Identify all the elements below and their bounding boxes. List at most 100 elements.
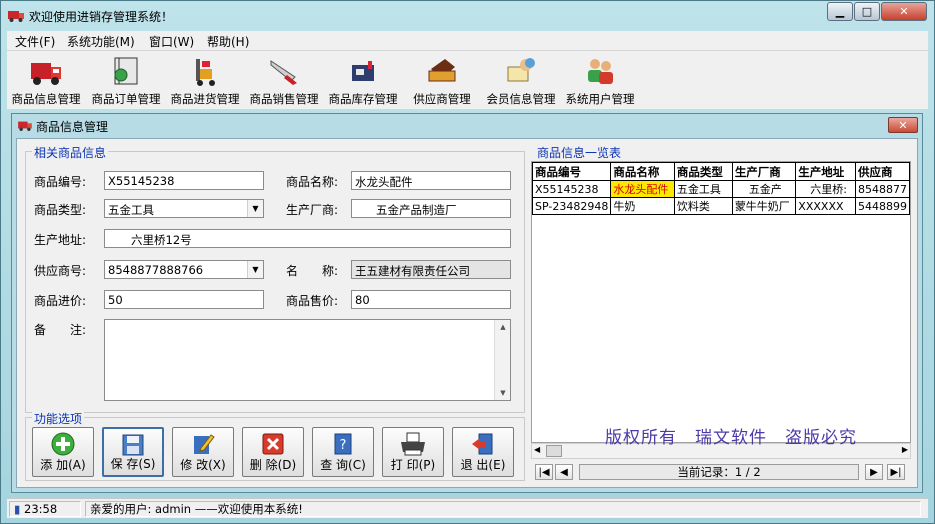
- table-cell[interactable]: 5448899: [854, 197, 910, 215]
- toolbar-label: 系统用户管理: [565, 92, 635, 106]
- maximize-button[interactable]: □: [854, 2, 880, 21]
- code-field[interactable]: X55145238: [104, 171, 264, 190]
- column-header[interactable]: 供应商: [854, 162, 910, 181]
- note-textarea[interactable]: ▲ ▼: [104, 319, 511, 401]
- first-record-button[interactable]: |◀: [535, 464, 553, 480]
- scroll-down-icon[interactable]: ▼: [495, 386, 511, 400]
- maker-label: 生产厂商:: [286, 203, 339, 217]
- battery-icon: ▮: [14, 502, 21, 516]
- toolbar-purchase[interactable]: 商品进货管理: [166, 53, 244, 107]
- status-bar: ▮ 23:58 亲爱的用户: admin ——欢迎使用本系统!: [7, 498, 928, 518]
- table-cell[interactable]: 蒙牛牛奶厂: [731, 197, 797, 215]
- menu-system[interactable]: 系统功能(M): [67, 33, 135, 50]
- save-icon: [122, 434, 144, 456]
- table-cell[interactable]: SP-23482948: [532, 197, 612, 215]
- query-button-label: 查 询(C): [320, 458, 366, 472]
- toolbar-sales[interactable]: 商品销售管理: [245, 53, 323, 107]
- in-price-field[interactable]: 50: [104, 290, 264, 309]
- table-cell-selected[interactable]: 水龙头配件: [610, 180, 675, 198]
- supplier-select[interactable]: 8548877888766 ▼: [104, 260, 264, 279]
- svg-text:?: ?: [340, 438, 347, 453]
- close-icon: ✕: [899, 5, 909, 18]
- column-header[interactable]: 商品编号: [532, 162, 612, 181]
- toolbar-label: 商品销售管理: [249, 92, 319, 106]
- book-icon: [114, 57, 138, 85]
- users-icon: [588, 59, 613, 84]
- table-cell[interactable]: 8548877: [854, 180, 910, 198]
- scroll-left-icon[interactable]: ◀: [534, 445, 540, 454]
- table-cell[interactable]: 五金工具: [673, 180, 733, 198]
- scroll-right-icon[interactable]: ▶: [902, 445, 908, 454]
- status-time: 23:58: [24, 502, 58, 516]
- column-header[interactable]: 生产厂商: [731, 162, 797, 181]
- menu-window[interactable]: 窗口(W): [149, 33, 194, 50]
- toolbar-product-info[interactable]: 商品信息管理: [7, 53, 85, 107]
- address-label: 生产地址:: [34, 233, 87, 247]
- print-icon: [401, 432, 425, 456]
- out-price-field[interactable]: 80: [351, 290, 511, 309]
- toolbar-inventory[interactable]: 商品库存管理: [324, 53, 402, 107]
- child-close-button[interactable]: ✕: [888, 117, 918, 133]
- name-field[interactable]: 水龙头配件: [351, 171, 511, 190]
- prev-icon: ◀: [560, 466, 568, 478]
- function-legend: 功能选项: [32, 410, 85, 427]
- toolbar-label: 商品信息管理: [11, 92, 81, 106]
- table-cell[interactable]: 饮料类: [673, 197, 733, 215]
- content-panel: 相关商品信息 商品编号: X55145238 商品名称: 水龙头配件 商品类型:…: [16, 138, 918, 488]
- address-field[interactable]: 六里桥12号: [104, 229, 511, 248]
- toolbar-order[interactable]: 商品订单管理: [87, 53, 165, 107]
- delete-button-label: 删 除(D): [249, 458, 297, 472]
- product-grid[interactable]: 商品编号 商品名称 商品类型 生产厂商 生产地址 供应商 X55145238 水…: [531, 161, 911, 443]
- toolbar-label: 商品库存管理: [328, 92, 398, 106]
- toolbar-member[interactable]: 会员信息管理: [482, 53, 560, 107]
- delete-button[interactable]: 删 除(D): [242, 427, 304, 477]
- first-icon: |◀: [538, 466, 550, 478]
- exit-button[interactable]: 退 出(E): [452, 427, 514, 477]
- supplier-label: 供应商号:: [34, 264, 87, 278]
- table-cell[interactable]: 牛奶: [610, 197, 675, 215]
- maximize-icon: □: [861, 5, 873, 18]
- column-header[interactable]: 生产地址: [795, 162, 856, 181]
- exit-button-label: 退 出(E): [460, 458, 506, 472]
- status-time-pane: ▮ 23:58: [9, 501, 81, 517]
- note-label: 备 注:: [34, 323, 87, 337]
- type-label: 商品类型:: [34, 203, 87, 217]
- table-row[interactable]: X55145238 水龙头配件 五金工具 五金产 六里桥: 8548877: [532, 180, 910, 198]
- table-row[interactable]: SP-23482948 牛奶 饮料类 蒙牛牛奶厂 XXXXXX 5448899: [532, 197, 910, 215]
- app-truck-icon: [8, 11, 24, 22]
- menu-file[interactable]: 文件(F): [15, 33, 55, 50]
- child-window-title: 商品信息管理: [36, 120, 109, 134]
- menu-help[interactable]: 帮助(H): [207, 33, 249, 50]
- query-button[interactable]: ? 查 询(C): [312, 427, 374, 477]
- table-cell[interactable]: X55145238: [532, 180, 612, 198]
- chevron-down-icon[interactable]: ▼: [247, 261, 263, 278]
- close-button[interactable]: ✕: [881, 2, 927, 21]
- scroll-up-icon[interactable]: ▲: [495, 320, 511, 334]
- next-record-button[interactable]: ▶: [865, 464, 883, 480]
- maker-field[interactable]: 五金产品制造厂: [351, 199, 511, 218]
- chevron-down-icon[interactable]: ▼: [247, 200, 263, 217]
- knife-icon: [270, 60, 297, 85]
- prev-record-button[interactable]: ◀: [555, 464, 573, 480]
- last-icon: ▶|: [890, 466, 902, 478]
- save-button[interactable]: 保 存(S): [102, 427, 164, 477]
- table-header-row: 商品编号 商品名称 商品类型 生产厂商 生产地址 供应商: [532, 162, 910, 181]
- add-button[interactable]: 添 加(A): [32, 427, 94, 477]
- toolbar-users[interactable]: 系统用户管理: [561, 53, 639, 107]
- menu-bar: 文件(F) 系统功能(M) 窗口(W) 帮助(H): [7, 31, 928, 51]
- save-button-label: 保 存(S): [110, 457, 156, 471]
- note-scrollbar[interactable]: ▲ ▼: [494, 320, 510, 400]
- column-header[interactable]: 商品名称: [610, 162, 675, 181]
- scroll-thumb[interactable]: [546, 445, 562, 457]
- table-cell[interactable]: 五金产: [731, 180, 797, 198]
- edit-button[interactable]: 修 改(X): [172, 427, 234, 477]
- table-cell[interactable]: 六里桥:: [795, 180, 856, 198]
- column-header[interactable]: 商品类型: [673, 162, 733, 181]
- minimize-button[interactable]: ▁: [827, 2, 853, 21]
- toolbar-supplier[interactable]: 供应商管理: [403, 53, 481, 107]
- table-cell[interactable]: XXXXXX: [795, 197, 856, 215]
- print-button[interactable]: 打 印(P): [382, 427, 444, 477]
- product-table: 商品编号 商品名称 商品类型 生产厂商 生产地址 供应商 X55145238 水…: [532, 162, 910, 215]
- last-record-button[interactable]: ▶|: [887, 464, 905, 480]
- type-select[interactable]: 五金工具 ▼: [104, 199, 264, 218]
